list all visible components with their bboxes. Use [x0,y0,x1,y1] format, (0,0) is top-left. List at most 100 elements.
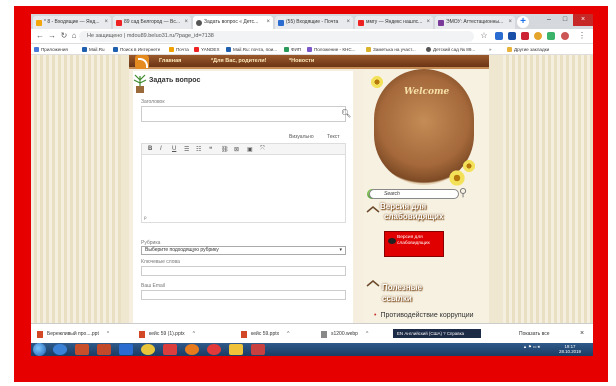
mailru-icon [82,47,87,52]
close-tab-icon[interactable]: × [346,16,350,29]
chevron-up-icon[interactable]: ^ [287,331,289,337]
bookmark-mailru-search[interactable]: Mail.Ru: почта, пои... [226,45,277,55]
language-bar[interactable]: EN Английский (США) ? Справка [393,329,481,338]
bold-icon[interactable]: B [148,146,152,152]
close-tab-icon[interactable]: × [426,16,430,29]
chevron-up-icon[interactable]: ^ [107,331,109,337]
tab-text[interactable]: Текст [327,134,340,140]
show-all-downloads-button[interactable]: Показать все [519,328,550,340]
tab-visual[interactable]: Визуально [289,134,314,140]
underline-icon[interactable]: U [172,146,176,152]
ie-icon[interactable] [53,344,67,355]
chevron-up-icon[interactable]: ^ [366,331,368,337]
forward-arrow-icon[interactable]: → [47,31,57,41]
apps-icon [34,47,39,52]
search-icon[interactable]: 🔍︎ [341,109,351,118]
star-icon[interactable]: ☆ [479,31,489,41]
heading-input[interactable] [141,106,346,122]
bullet-list-icon[interactable]: ☰ [184,146,189,153]
profile-avatar[interactable] [561,32,569,40]
close-tab-icon[interactable]: × [184,16,188,29]
folder-icon[interactable] [229,344,243,355]
message-editor[interactable]: B I U ☰ ☷ ❝ ⛓ ⊠ ▣ ⤧ p [141,143,346,223]
maximize-icon[interactable]: □ [557,14,573,26]
system-tray[interactable]: ▲ ⚑ ▭ 🔊︎ [523,344,540,349]
pptx-file-icon [241,331,247,338]
address-bar[interactable]: Не защищено | mdou89.beluo31.ru/?page_id… [79,31,474,42]
bookmark-apps[interactable]: Приложения [34,45,68,55]
bookmark-other[interactable]: Другие закладки [507,45,549,55]
rss-icon[interactable] [135,55,149,69]
downloads-bar: Бережливый про....ppt ^ кейс 59 (1).pptx ^… [31,323,593,343]
bookmark-polozhenie[interactable]: Положение - КНС... [307,45,356,55]
download-item[interactable]: s1200.webp ^ [321,328,368,340]
chrome-icon[interactable] [141,344,155,355]
download-item[interactable]: кейс 59.pptx ^ [241,328,289,340]
chevron-up-icon[interactable]: ^ [193,331,195,337]
close-tab-icon[interactable]: × [508,16,512,29]
new-tab-button[interactable]: + [517,16,529,28]
close-tab-icon[interactable]: × [104,16,108,29]
bookmark-yandex[interactable]: YANDEX [194,45,220,55]
extension-icon[interactable] [534,32,542,40]
back-arrow-icon[interactable]: ← [35,31,45,41]
mail-icon [169,47,174,52]
editor-path: p [144,215,147,220]
close-window-icon[interactable]: × [573,14,593,26]
italic-icon[interactable]: I [160,146,162,152]
email-input[interactable] [141,290,346,300]
search-icon[interactable]: ⚲ [459,186,473,200]
extension-icon[interactable] [495,32,503,40]
low-vision-button[interactable]: Версия для слабовидящих [384,231,444,257]
tab-inbox-mail[interactable]: (55) Входящие - Почта × [275,16,353,29]
tab-mail-inbox[interactable]: * 8 - Входящие — Янд... × [33,16,111,29]
reload-icon[interactable]: ↻ [59,31,69,41]
close-tab-icon[interactable]: × [266,16,270,29]
extension-icon[interactable] [521,32,529,40]
bookmark-kindergarten[interactable]: Детский сад № 89... [426,45,475,55]
start-button[interactable] [33,343,46,356]
bookmark-search[interactable]: Поиск в Интернете [113,45,160,55]
browser-toolbar: ← → ↻ ⌂ Не защищено | mdou89.beluo31.ru/… [31,29,593,44]
link-icon[interactable]: ⛓ [221,146,229,153]
fullscreen-icon[interactable]: ⤧ [260,146,265,153]
unlink-icon[interactable]: ⊠ [234,146,239,153]
minimize-icon[interactable]: – [541,14,557,26]
bookmark-fip[interactable]: ФИП [284,45,301,55]
clock[interactable]: 19:17 28.10.2019 [559,344,581,354]
flower-icon [462,159,476,173]
opera-icon[interactable] [163,344,177,355]
tab-attestation[interactable]: ЭМОУ: Аттестационны... × [435,16,515,29]
nav-home[interactable]: Главная [159,58,181,64]
nav-news[interactable]: *Новости [289,58,314,64]
numbered-list-icon[interactable]: ☷ [196,146,201,153]
bookmark-note[interactable]: Заметька на участ... [366,45,416,55]
office-icon[interactable] [75,344,89,355]
yandex-browser-icon[interactable] [207,344,221,355]
explorer-icon[interactable] [119,344,133,355]
category-select[interactable]: Выберите подходящую рубрику [141,246,346,255]
firefox-icon[interactable] [185,344,199,355]
extension-icon[interactable] [508,32,516,40]
menu-icon[interactable]: ⋮ [577,31,587,41]
bookmarks-overflow[interactable]: » [489,45,492,55]
close-icon[interactable]: × [580,328,584,340]
file-icon [321,331,327,338]
nav-parents[interactable]: *Для Вас, родители! [211,58,266,64]
home-icon[interactable]: ⌂ [69,31,79,41]
bookmark-mailru[interactable]: Mail.Ru [82,45,105,55]
anticorruption-link[interactable]: Противодействие коррупции [374,312,473,319]
quote-icon[interactable]: ❝ [209,146,212,153]
sidebar-search-input[interactable]: Search [369,189,459,199]
extension-icon[interactable] [547,32,555,40]
download-item[interactable]: кейс 59 (1).pptx ^ [139,328,195,340]
tab-yandex-search[interactable]: ммгу — Яндекс нашлс... × [355,16,433,29]
powerpoint-icon[interactable] [97,344,111,355]
bookmark-mail[interactable]: Почта [169,45,189,55]
download-item[interactable]: Бережливый про....ppt ^ [37,328,109,340]
app-icon[interactable] [251,344,265,355]
tab-kindergarten[interactable]: 89 сад Белгород — Вс... × [113,16,191,29]
image-icon[interactable]: ▣ [247,146,253,153]
keywords-input[interactable] [141,266,346,276]
tab-ask-question[interactable]: Задать вопрос « Детс... × [193,16,273,29]
